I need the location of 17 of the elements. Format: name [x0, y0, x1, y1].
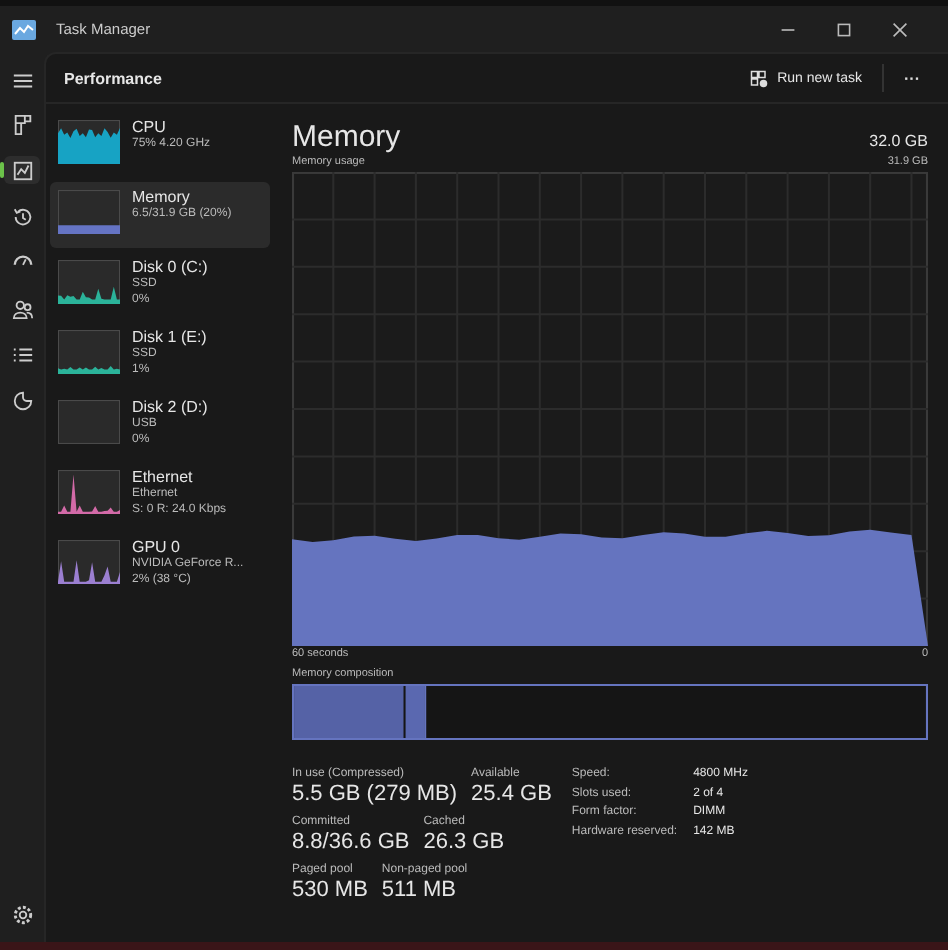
page-title: Performance: [64, 69, 162, 87]
device-name: Memory: [132, 188, 192, 207]
stat-value: 26.3 GB: [423, 830, 505, 856]
more-button[interactable]: ···: [896, 65, 928, 91]
stat-value: 25.4 GB: [471, 782, 552, 808]
device-name: Disk 0 (C:): [132, 258, 208, 277]
stat-value: 8.8/36.6 GB: [292, 830, 410, 856]
device-name: Disk 2 (D:): [132, 398, 208, 417]
device-name: Disk 1 (E:): [132, 328, 207, 347]
device-name: GPU 0: [132, 538, 183, 557]
detail-title: Memory: [292, 120, 401, 154]
stat-value: 530 MB: [292, 878, 368, 904]
total-memory: 32.0 GB: [869, 132, 928, 150]
device-name: Ethernet: [132, 468, 195, 487]
device-name: CPU: [132, 118, 168, 137]
stat-value: 5.5 GB (279 MB): [292, 782, 458, 808]
stat-value: 511 MB: [381, 878, 459, 904]
